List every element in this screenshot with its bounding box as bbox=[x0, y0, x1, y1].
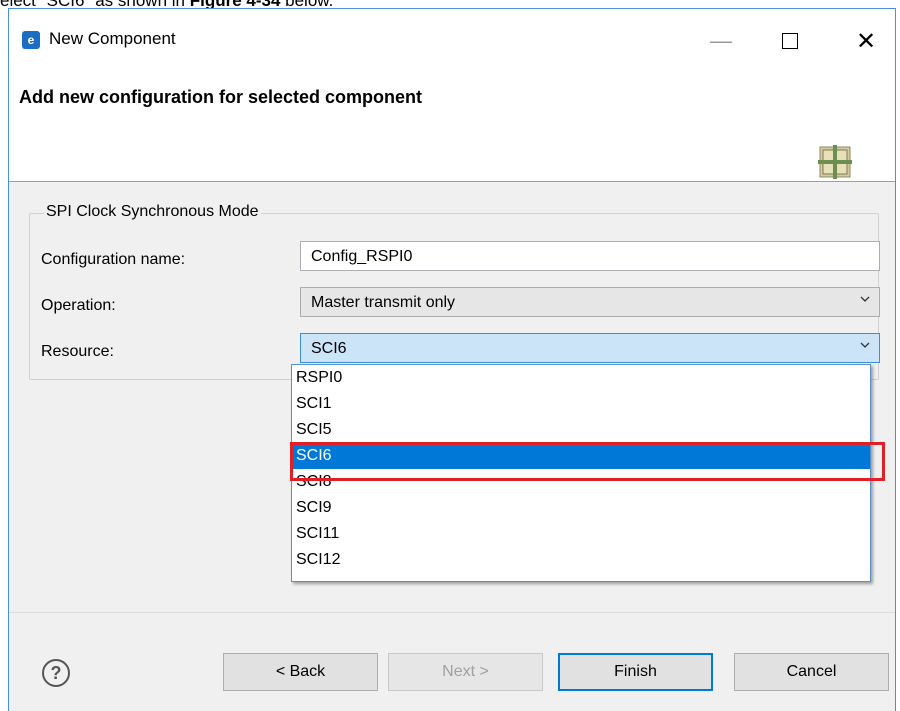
group-legend: SPI Clock Synchronous Mode bbox=[44, 203, 261, 221]
app-icon: e bbox=[22, 31, 40, 49]
dialog-footer: ? < Back Next > Finish Cancel bbox=[9, 612, 895, 711]
resource-label: Resource: bbox=[41, 343, 114, 360]
dropdown-option[interactable]: SCI1 bbox=[292, 391, 870, 417]
chevron-down-icon bbox=[860, 342, 870, 348]
dropdown-option[interactable]: RSPI0 bbox=[292, 365, 870, 391]
chevron-down-icon bbox=[860, 296, 870, 302]
minimize-icon: — bbox=[710, 28, 732, 53]
next-button: Next > bbox=[388, 653, 543, 691]
dropdown-option[interactable]: SCI9 bbox=[292, 495, 870, 521]
minimize-button[interactable]: — bbox=[699, 21, 743, 61]
component-icon bbox=[818, 145, 852, 179]
resource-select[interactable]: SCI6 bbox=[300, 333, 880, 363]
maximize-button[interactable] bbox=[768, 21, 812, 61]
window-title: New Component bbox=[49, 29, 176, 48]
header-title: Add new configuration for selected compo… bbox=[19, 87, 423, 107]
help-icon[interactable]: ? bbox=[42, 659, 70, 687]
cancel-button[interactable]: Cancel bbox=[734, 653, 889, 691]
operation-label: Operation: bbox=[41, 297, 116, 314]
new-component-dialog: e New Component — ✕ Add new configuratio… bbox=[8, 8, 896, 711]
operation-select[interactable]: Master transmit only bbox=[300, 287, 880, 317]
close-button[interactable]: ✕ bbox=[844, 21, 888, 61]
close-icon: ✕ bbox=[855, 27, 877, 55]
selection-highlight-box bbox=[290, 442, 885, 481]
dropdown-option[interactable]: SCI5 bbox=[292, 417, 870, 443]
dialog-header: Add new configuration for selected compo… bbox=[9, 63, 895, 181]
config-name-input[interactable]: Config_RSPI0 bbox=[300, 241, 880, 271]
dropdown-option[interactable]: SCI12 bbox=[292, 547, 870, 573]
title-bar: e New Component — ✕ bbox=[9, 9, 895, 63]
config-name-label: Configuration name: bbox=[41, 251, 186, 268]
resource-value: SCI6 bbox=[311, 340, 347, 357]
finish-button[interactable]: Finish bbox=[558, 653, 713, 691]
dropdown-option[interactable]: SCI11 bbox=[292, 521, 870, 547]
back-button[interactable]: < Back bbox=[223, 653, 378, 691]
operation-value: Master transmit only bbox=[311, 294, 456, 311]
maximize-icon bbox=[782, 33, 798, 49]
config-name-value: Config_RSPI0 bbox=[311, 248, 413, 265]
